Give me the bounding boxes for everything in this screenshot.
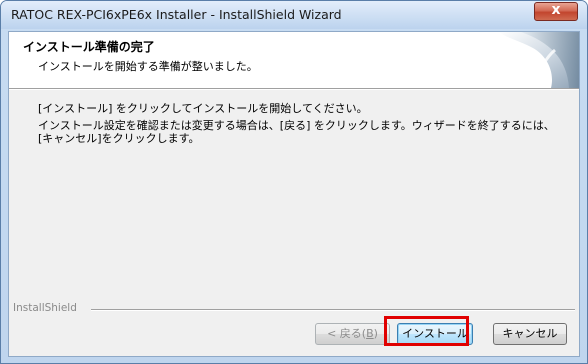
back-button-label-suffix: ) (373, 327, 378, 340)
wizard-client-area: インストール準備の完了 インストールを開始する準備が整いました。 [インストール… (8, 31, 580, 357)
page-subtitle: インストールを開始する準備が整いました。 (38, 60, 258, 73)
close-icon: x (551, 2, 561, 18)
header-swoosh-graphic (499, 32, 579, 88)
window-title: RATOC REX-PCI6xPE6x Installer - InstallS… (11, 7, 342, 22)
installer-window: RATOC REX-PCI6xPE6x Installer - InstallS… (0, 0, 588, 364)
wizard-header: インストール準備の完了 インストールを開始する準備が整いました。 (9, 32, 579, 88)
close-button[interactable]: x (534, 2, 578, 21)
page-title: インストール準備の完了 (23, 40, 155, 54)
footer-divider (91, 309, 575, 311)
back-button-label-prefix: < 戻る( (327, 327, 367, 340)
back-button-accelerator: B (366, 327, 374, 340)
install-button[interactable]: インストール (397, 323, 473, 345)
installshield-brand-label: InstallShield (13, 302, 77, 314)
instruction-detail-text: インストール設定を確認または変更する場合は、[戻る] をクリックします。ウィザー… (38, 119, 555, 145)
title-bar[interactable]: RATOC REX-PCI6xPE6x Installer - InstallS… (1, 1, 587, 29)
back-button[interactable]: < 戻る(B) (315, 323, 390, 345)
header-divider (9, 88, 579, 90)
cancel-button[interactable]: キャンセル (493, 323, 567, 345)
instruction-text: [インストール] をクリックしてインストールを開始してください。 (38, 102, 368, 115)
